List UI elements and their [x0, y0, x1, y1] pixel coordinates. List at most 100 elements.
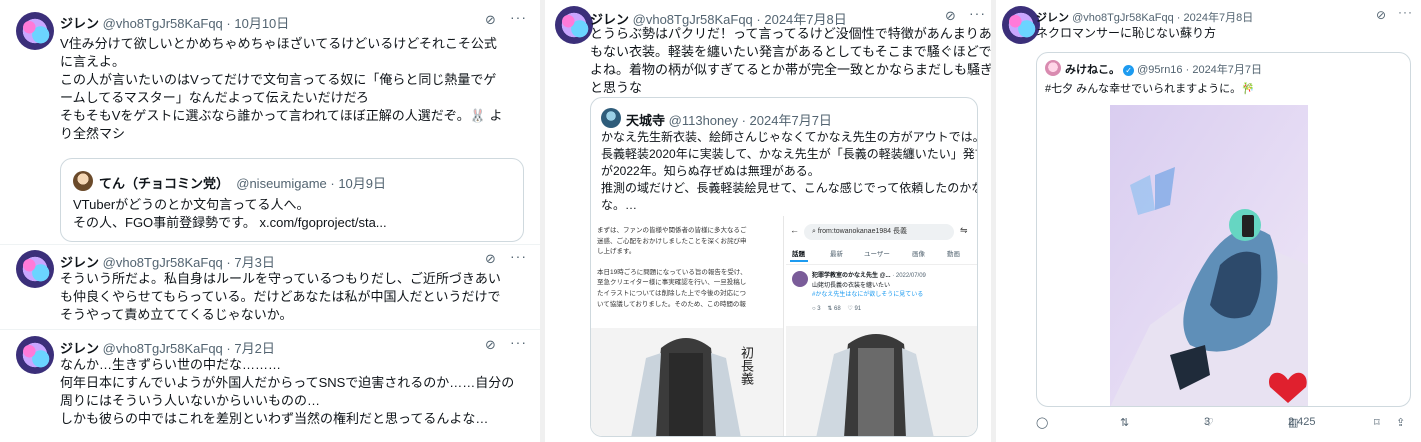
like-count: 91 — [854, 306, 862, 312]
text-line: とうらぶ勢はパクリだ！って言ってるけど没個性で特徴があんまりある訳で — [590, 26, 991, 41]
tweet-date[interactable]: · 2024年7月8日 — [1177, 12, 1253, 24]
grok-icon[interactable]: ⊘ — [485, 337, 496, 353]
result-actions: ○ 3 ⇅ 68 ♡ 91 — [812, 305, 861, 312]
reply-icon: ○ — [812, 306, 816, 312]
text-line: し上げます。 — [597, 248, 636, 256]
tweet-text: V住み分けて欲しいとかめちゃめちゃほざいてるけどいるけどそれこそ公式 に言えよ。… — [60, 35, 503, 143]
search-bar: ⌕ from:towanokanae1984 長義 — [804, 224, 954, 240]
result-avatar — [792, 271, 808, 287]
grok-icon[interactable]: ⊘ — [945, 8, 956, 24]
bookmark-icon: ⌑ — [1374, 417, 1380, 429]
more-icon[interactable]: ··· — [1398, 5, 1413, 19]
author-handle[interactable]: @vho8TgJr58KaFqq — [1072, 12, 1174, 24]
quoted-tweet[interactable]: てん（チョコミン党） @niseumigame · 10月9日 VTuberがど… — [60, 158, 524, 242]
result-text: 山姥切長義の衣装を纏いたい — [812, 283, 891, 289]
quoted-avatar — [601, 108, 621, 128]
more-icon[interactable]: ··· — [510, 9, 527, 25]
text-line: な。… — [601, 198, 638, 212]
text-line: 至急クリエイター様に事実確認を行い、一旦投稿し — [597, 279, 747, 287]
quoted-date: · 10月9日 — [330, 176, 387, 191]
quoted-image-search[interactable]: ⌕ from:towanokanae1984 長義 ← ⇋ 話題 最新 ユーザー… — [786, 216, 977, 436]
quoted-author-name: てん（チョコミン党） — [99, 176, 230, 191]
search-result-tweet: 犯罪学教室のかなえ先生 @... · 2022/07/09 山姥切長義の衣装を纏… — [786, 264, 977, 324]
avatar[interactable] — [16, 12, 54, 50]
quoted-author-name: 天城寺 — [626, 113, 666, 128]
avatar[interactable] — [555, 6, 593, 44]
tab-underline — [790, 260, 808, 262]
text-line: よね。着物の柄が似すぎてるとか帯が完全一致とかならまだしも騒ぎすぎだ — [590, 62, 991, 77]
text-line: そうやって責め立ててくるじゃないか。 — [60, 307, 293, 322]
search-icon: ⌕ — [812, 228, 816, 235]
tweet-date[interactable]: · 10月10日 — [226, 16, 289, 31]
result-hashtag: #かなえ先生はなにが欲しそうに見ている — [812, 292, 924, 298]
author-name[interactable]: ジレン — [60, 16, 99, 31]
retweet-count: 68 — [834, 306, 841, 312]
quoted-tweet[interactable]: みけねこ。 ✓ @95rn16 · 2024年7月7日 #七夕 みんな幸せでいら… — [1036, 52, 1411, 407]
more-icon[interactable]: ··· — [969, 5, 986, 21]
text-line: この人が言いたいのはVってだけで文句言ってる奴に「俺らと同じ熱量でゲ — [60, 72, 497, 87]
tweet-actions: ◯ ⇅ ♡ 3 ▥ 2,425 ⌑ ⇪ — [1036, 416, 1416, 432]
avatar[interactable] — [16, 336, 54, 374]
view-count: 2,425 — [1288, 416, 1316, 428]
tab-videos: 動画 — [947, 251, 960, 258]
avatar[interactable] — [1002, 6, 1040, 44]
tweet-header: ジレン @vho8TgJr58KaFqq · 2024年7月8日 — [1036, 9, 1253, 25]
author-handle[interactable]: @vho8TgJr58KaFqq — [103, 16, 223, 31]
text-line: そういう所だよ。私自身はルールを守っているつもりだし、ご近所づきあい — [60, 271, 501, 286]
quoted-image-statement[interactable]: まずは、ファンの皆様や関係者の皆様に多大なるご 迷惑、ご心配をおかけしましたこと… — [591, 216, 784, 436]
quoted-author-handle: @niseumigame — [236, 176, 327, 191]
author-handle[interactable]: @vho8TgJr58KaFqq — [103, 255, 223, 270]
tweet-date[interactable]: · 7月2日 — [226, 341, 274, 356]
result-date: · 2022/07/09 — [892, 273, 926, 279]
share-icon: ⇪ — [1396, 417, 1406, 429]
quoted-author-handle: @113honey — [668, 113, 738, 128]
author-name[interactable]: ジレン — [60, 341, 99, 356]
text-line: ネクロマンサーに恥じない蘇り方 — [1036, 26, 1217, 40]
retweet-icon: ⇅ — [1120, 417, 1130, 429]
quoted-tweet[interactable]: 天城寺 @113honey · 2024年7月7日 かなえ先生新衣装、絵師さんじ… — [590, 97, 978, 437]
text-line: ームしてるマスター」なんだよって伝えたいだけだろ — [60, 90, 369, 105]
timeline-column-3: ジレン @vho8TgJr58KaFqq · 2024年7月8日 ⊘ ··· ネ… — [996, 0, 1421, 442]
text-line: #七夕 みんな幸せでいられますように。🎋 — [1045, 83, 1255, 95]
text-line: も仲良くやらせてもらっている。だけどあなたは私が中国人だというだけで — [60, 289, 501, 304]
text-line: その人、FGO事前登録勢です。 x.com/fgoproject/sta... — [73, 215, 387, 230]
reply-count: 3 — [817, 306, 821, 312]
avatar[interactable] — [16, 250, 54, 288]
tweet-header: ジレン @vho8TgJr58KaFqq · 10月10日 — [60, 13, 289, 32]
text-line: そもそもVをゲストに選ぶなら誰かって言われてほぼ正解の人選だぞ。🐰 よ — [60, 108, 503, 123]
tweet-text: とうらぶ勢はパクリだ！って言ってるけど没個性で特徴があんまりある訳で もない衣装… — [590, 25, 991, 97]
tweet-text: ネクロマンサーに恥じない蘇り方 — [1036, 24, 1216, 42]
text-line: もない衣装。軽装を纏いたい発言があるとしてもそこまで騒ぐほどでもない — [590, 44, 991, 59]
tweet-text: なんか…生きずらい世の中だな……… 何年日本にすんでいようが外国人だからってSN… — [60, 356, 514, 428]
grok-icon[interactable]: ⊘ — [485, 251, 496, 267]
more-icon[interactable]: ··· — [510, 334, 527, 350]
quoted-text: VTuberがどうのとか文句言ってる人へ。 その人、FGO事前登録勢です。 x.… — [73, 196, 387, 232]
author-name[interactable]: ジレン — [1036, 12, 1069, 24]
author-handle[interactable]: @vho8TgJr58KaFqq — [103, 341, 223, 356]
result-author: 犯罪学教室のかなえ先生 @... — [812, 273, 891, 279]
text-line: なんか…生きずらい世の中だな……… — [60, 357, 282, 372]
author-name[interactable]: ジレン — [60, 255, 99, 270]
tweet-date[interactable]: · 7月3日 — [226, 255, 274, 270]
tab-media: 画像 — [912, 251, 925, 258]
divider — [0, 244, 540, 245]
grok-icon[interactable]: ⊘ — [485, 12, 496, 28]
text-line: V住み分けて欲しいとかめちゃめちゃほざいてるけどいるけどそれこそ公式 — [60, 36, 497, 51]
divider — [0, 329, 540, 330]
grok-icon[interactable]: ⊘ — [1376, 8, 1386, 22]
tab-latest: 最新 — [830, 251, 843, 258]
quoted-author-name: みけねこ。 — [1065, 64, 1120, 76]
retweet-icon: ⇅ — [827, 306, 833, 312]
vertical-title: 初長義 — [738, 346, 753, 385]
quoted-date: · 2024年7月7日 — [1185, 64, 1263, 76]
kimono-figure-illustration-2 — [786, 326, 977, 436]
text-line: が2022年。知らぬ存ぜぬは無理がある。 — [601, 164, 820, 178]
text-line: 何年日本にすんでいようが外国人だからってSNSで迫害されるのか……自分の — [60, 375, 515, 390]
cosplay-photo[interactable] — [1110, 105, 1308, 407]
tweet-text: そういう所だよ。私自身はルールを守っているつもりだし、ご近所づきあい も仲良くや… — [60, 270, 501, 324]
statement-text: まずは、ファンの皆様や関係者の皆様に多大なるご 迷惑、ご心配をおかけしましたこと… — [597, 226, 747, 310]
timeline-column-2: ジレン @vho8TgJr58KaFqq · 2024年7月8日 ⊘ ··· と… — [545, 0, 991, 442]
more-icon[interactable]: ··· — [510, 248, 527, 264]
text-line: 長義軽装2020年に実装して、かなえ先生が「長義の軽装纏いたい」発言 — [601, 147, 978, 161]
text-line: かなえ先生新衣装、絵師さんじゃなくてかなえ先生の方がアウトでは。 — [601, 130, 978, 144]
